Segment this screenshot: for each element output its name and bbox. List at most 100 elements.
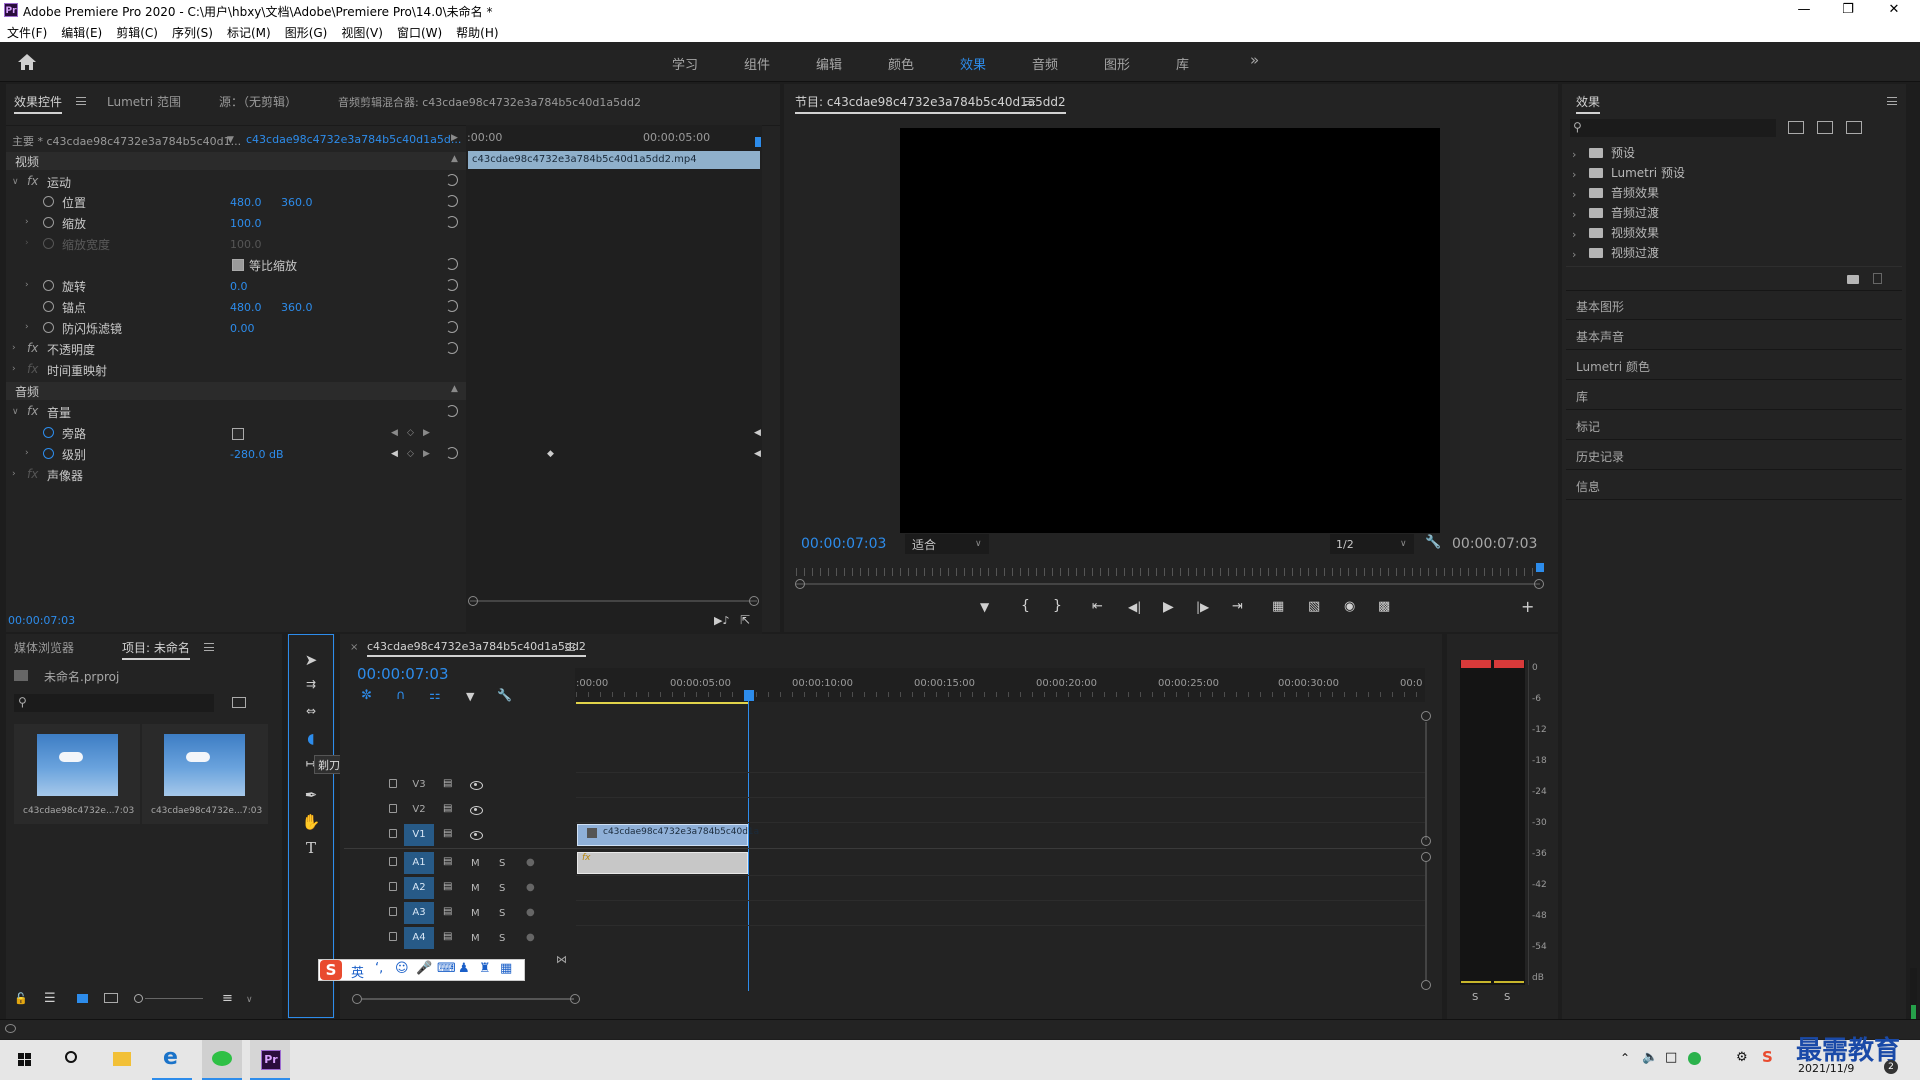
- tree-item-audio-transitions[interactable]: 音频过渡: [1611, 204, 1659, 221]
- v-scroll-handle[interactable]: [1421, 711, 1431, 721]
- expand-chevron-icon[interactable]: ›: [25, 322, 29, 332]
- premiere-taskbar-icon[interactable]: Pr: [250, 1040, 290, 1080]
- notification-badge[interactable]: 2: [1884, 1060, 1898, 1074]
- v-scroll-handle[interactable]: [1421, 852, 1431, 862]
- add-keyframe-icon[interactable]: ◇: [407, 428, 414, 438]
- expand-chevron-icon[interactable]: ›: [1572, 248, 1576, 261]
- lock-track-icon[interactable]: [389, 779, 397, 788]
- play-triangle-icon[interactable]: ▶: [451, 133, 458, 143]
- yuv-effects-icon[interactable]: [1846, 121, 1862, 134]
- mark-out-icon[interactable]: }: [1053, 598, 1062, 614]
- lock-track-icon[interactable]: [389, 907, 397, 916]
- position-x-value[interactable]: 480.0: [230, 196, 262, 209]
- wechat-icon[interactable]: [202, 1040, 242, 1080]
- sync-lock-icon[interactable]: ▤: [443, 778, 452, 789]
- tree-item-video-effects[interactable]: 视频效果: [1611, 224, 1659, 241]
- stopwatch-icon[interactable]: [43, 448, 54, 459]
- reset-icon[interactable]: [446, 447, 458, 459]
- icon-view-icon[interactable]: [77, 994, 88, 1003]
- tab-lumetri-scopes[interactable]: Lumetri 范围: [107, 93, 181, 110]
- meter-solo-left[interactable]: S: [1472, 992, 1478, 1003]
- scroll-handle-right[interactable]: [749, 596, 759, 606]
- expand-chevron-icon[interactable]: ›: [25, 448, 29, 458]
- effect-controls-timecode[interactable]: 00:00:07:03: [8, 614, 75, 627]
- mic-icon[interactable]: ●: [526, 857, 535, 868]
- stopwatch-icon[interactable]: [43, 427, 54, 438]
- ime-skin-icon[interactable]: ♜: [479, 961, 491, 976]
- anti-flicker-value[interactable]: 0.00: [230, 322, 255, 335]
- lock-track-icon[interactable]: [389, 932, 397, 941]
- mark-in-icon[interactable]: {: [1021, 598, 1030, 614]
- timeline-playhead-line[interactable]: [748, 701, 749, 991]
- zoom-slider[interactable]: [145, 998, 203, 999]
- panel-menu-icon[interactable]: [1887, 97, 1897, 105]
- wrench-icon[interactable]: 🔧: [1425, 535, 1441, 550]
- h-scrollbar[interactable]: [362, 998, 574, 1000]
- ime-toolbox-icon[interactable]: ▦: [500, 961, 512, 976]
- panel-menu-icon[interactable]: [76, 97, 86, 105]
- tab-effect-controls[interactable]: 效果控件: [14, 93, 63, 114]
- meter-solo-right[interactable]: S: [1504, 992, 1510, 1003]
- taskbar-search-icon[interactable]: [52, 1040, 92, 1080]
- panel-menu-icon[interactable]: [1025, 97, 1035, 105]
- solo-button[interactable]: S: [499, 908, 505, 919]
- menu-view[interactable]: 视图(V): [334, 22, 390, 41]
- sync-lock-icon[interactable]: ▤: [443, 856, 452, 867]
- ime-user-icon[interactable]: ♟: [458, 961, 470, 976]
- clip-selector[interactable]: c43cdae98c4732e3a784b5c40d1a5d...: [246, 133, 461, 146]
- mini-scrollbar[interactable]: [470, 600, 757, 602]
- lock-track-icon[interactable]: [389, 804, 397, 813]
- section-info[interactable]: 信息: [1576, 478, 1600, 495]
- expand-motion-chevron-icon[interactable]: ∨: [12, 177, 19, 187]
- effects-panel-title[interactable]: 效果: [1576, 93, 1601, 114]
- reset-icon[interactable]: [446, 321, 458, 333]
- expand-chevron-icon[interactable]: ›: [25, 280, 29, 290]
- expand-tracks-icon[interactable]: ⋈: [556, 953, 567, 966]
- level-value[interactable]: -280.0 dB: [230, 448, 284, 461]
- track-a1-label[interactable]: A1: [404, 852, 434, 874]
- 32bit-effects-icon[interactable]: [1817, 121, 1833, 134]
- restore-button[interactable]: ❐: [1826, 0, 1870, 22]
- h-scroll-handle[interactable]: [570, 994, 580, 1004]
- expand-chevron-icon[interactable]: ›: [12, 343, 16, 353]
- section-lumetri-color[interactable]: Lumetri 颜色: [1576, 358, 1650, 375]
- stopwatch-icon[interactable]: [43, 217, 54, 228]
- list-view-icon[interactable]: ☰: [44, 991, 56, 1006]
- bypass-checkbox[interactable]: [232, 428, 244, 440]
- eye-icon[interactable]: [470, 781, 483, 790]
- step-forward-icon[interactable]: |▶: [1196, 600, 1209, 614]
- ime-keyboard-icon[interactable]: ⌨: [437, 961, 456, 976]
- type-tool-icon[interactable]: T: [296, 839, 326, 863]
- close-tab-icon[interactable]: ×: [350, 642, 358, 653]
- stopwatch-icon[interactable]: [43, 322, 54, 333]
- effects-search-input[interactable]: [1570, 119, 1776, 137]
- file-explorer-icon[interactable]: [102, 1040, 142, 1080]
- hand-tool-icon[interactable]: ✋: [296, 813, 326, 837]
- ime-lang-toggle[interactable]: 英: [351, 962, 364, 981]
- menu-file[interactable]: 文件(F): [0, 22, 54, 41]
- ripple-edit-tool-icon[interactable]: ⇔: [296, 704, 326, 728]
- next-keyframe-icon[interactable]: ▶: [423, 449, 430, 459]
- reset-icon[interactable]: [446, 279, 458, 291]
- tab-sequence[interactable]: c43cdae98c4732e3a784b5c40d1a5dd2: [367, 640, 586, 657]
- menu-clip[interactable]: 剪辑(C): [109, 22, 165, 41]
- stopwatch-icon[interactable]: [43, 280, 54, 291]
- mute-button[interactable]: M: [471, 883, 480, 894]
- workspace-learn[interactable]: 学习: [672, 54, 698, 73]
- expand-chevron-icon[interactable]: ›: [1572, 208, 1576, 221]
- prev-keyframe-icon[interactable]: ◀: [391, 428, 398, 438]
- more-workspaces-icon[interactable]: »: [1250, 51, 1259, 69]
- project-search-input[interactable]: [14, 694, 214, 712]
- reset-icon[interactable]: [446, 300, 458, 312]
- work-area-bar[interactable]: [576, 702, 748, 704]
- edge-browser-icon[interactable]: e: [152, 1040, 192, 1080]
- tab-media-browser[interactable]: 媒体浏览器: [14, 639, 74, 656]
- zoom-handle-right[interactable]: [1534, 579, 1544, 589]
- workspace-color[interactable]: 颜色: [888, 54, 914, 73]
- wrench-icon[interactable]: 🔧: [497, 688, 512, 702]
- position-y-value[interactable]: 360.0: [281, 196, 313, 209]
- audio-clip[interactable]: [577, 852, 748, 874]
- windows-start-icon[interactable]: [4, 1040, 44, 1080]
- next-keyframe-icon[interactable]: ▶: [423, 428, 430, 438]
- lock-icon[interactable]: 🔓: [14, 992, 28, 1005]
